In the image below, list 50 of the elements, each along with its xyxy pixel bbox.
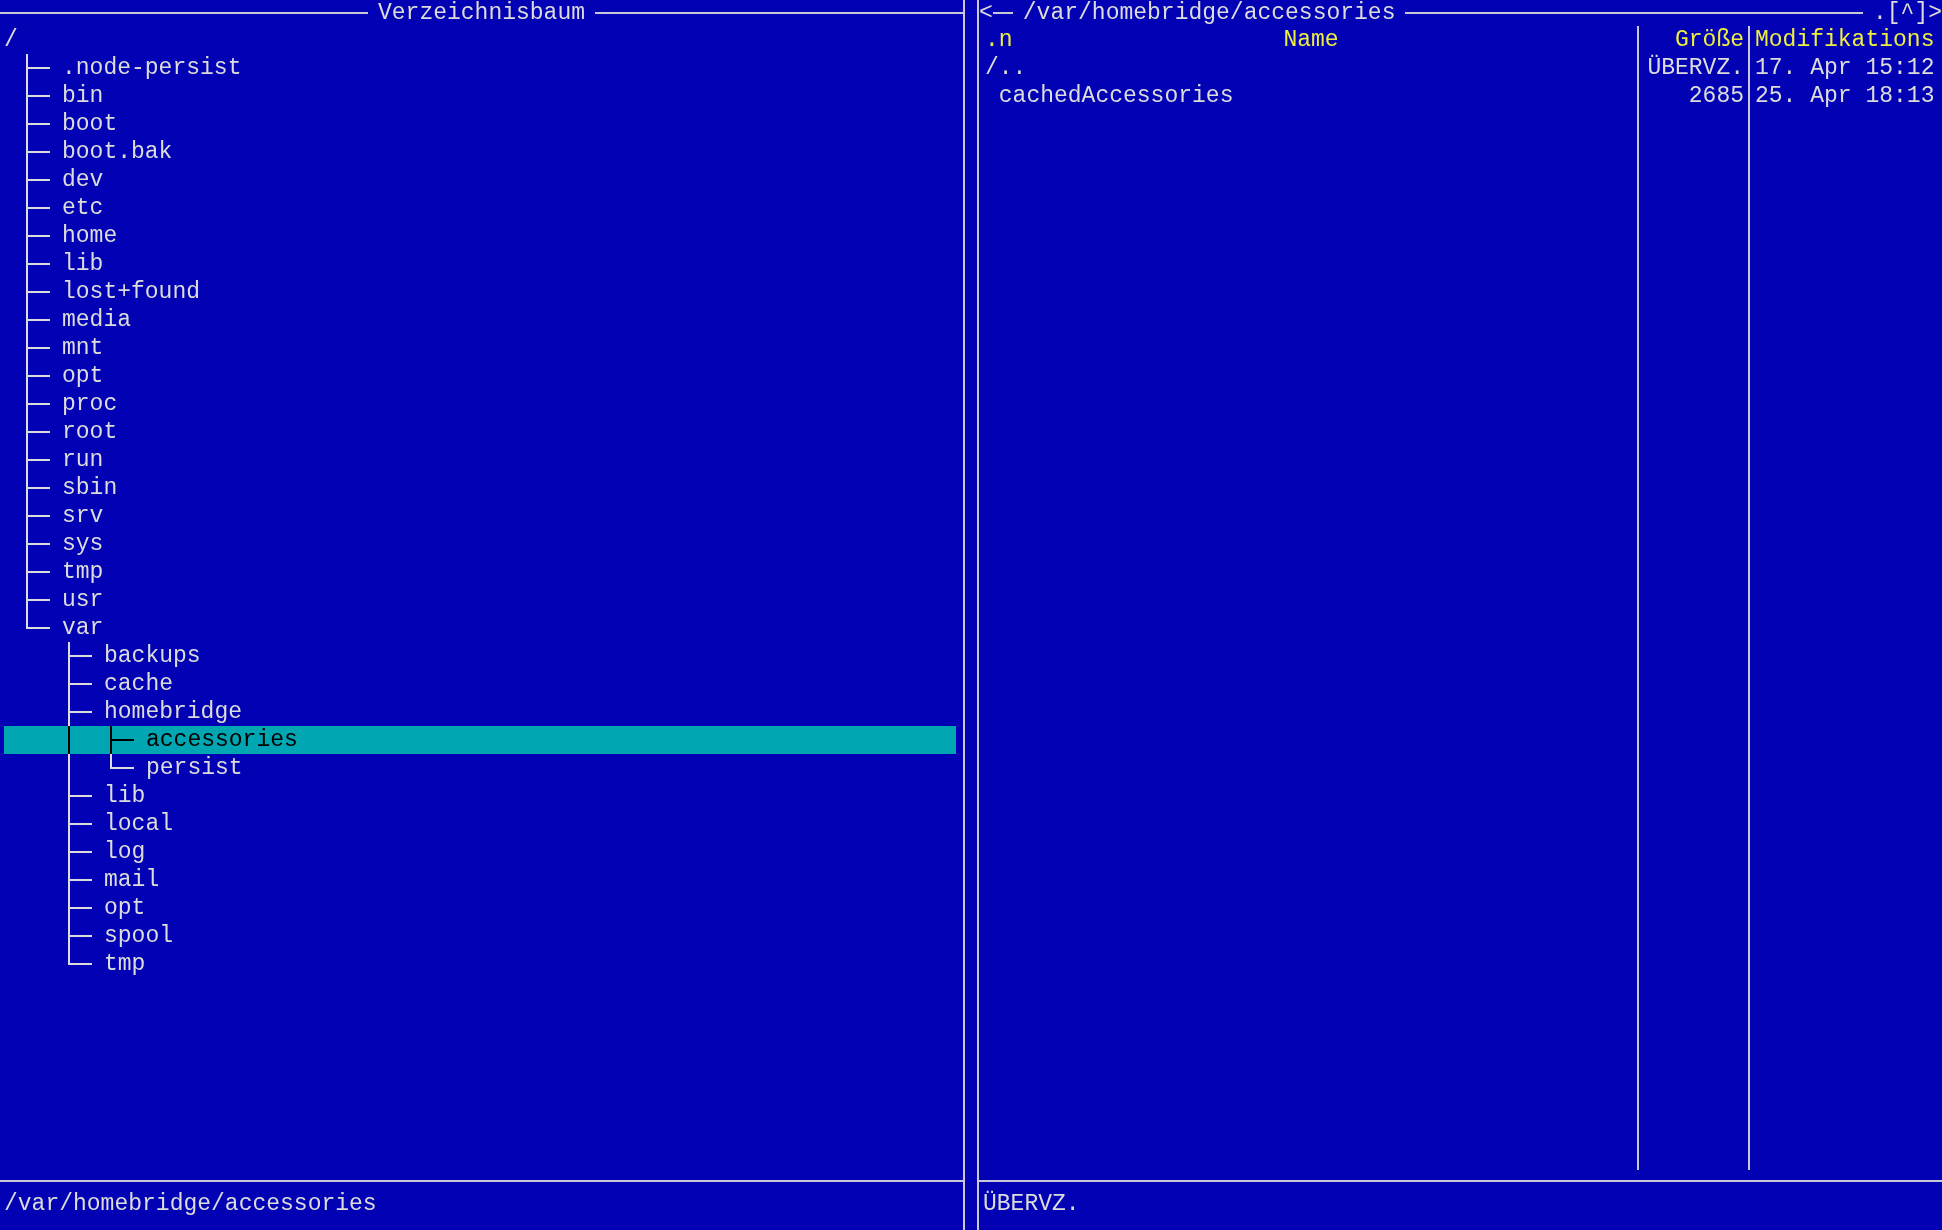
- tree-item[interactable]: cache: [4, 670, 956, 698]
- tree-item[interactable]: log: [4, 838, 956, 866]
- tree-item[interactable]: dev: [4, 166, 956, 194]
- column-header[interactable]: Name: [1283, 27, 1339, 53]
- tree-item[interactable]: opt: [4, 894, 956, 922]
- tree-item[interactable]: home: [4, 222, 956, 250]
- file-modified-date: 25. Apr 18:13: [1755, 83, 1935, 109]
- tree-item[interactable]: lib: [4, 782, 956, 810]
- tree-item[interactable]: /: [4, 26, 956, 54]
- tree-item[interactable]: sys: [4, 530, 956, 558]
- tree-item[interactable]: etc: [4, 194, 956, 222]
- tree-item[interactable]: root: [4, 418, 956, 446]
- column-header[interactable]: Größe: [1675, 27, 1744, 53]
- tree-item[interactable]: .node-persist: [4, 54, 956, 82]
- tree-item[interactable]: proc: [4, 390, 956, 418]
- tree-item[interactable]: lib: [4, 250, 956, 278]
- sort-indicator[interactable]: .n: [985, 26, 1013, 54]
- tree-item[interactable]: bin: [4, 82, 956, 110]
- tree-item[interactable]: media: [4, 306, 956, 334]
- tree-item[interactable]: srv: [4, 502, 956, 530]
- tree-item[interactable]: mail: [4, 866, 956, 894]
- tree-item[interactable]: backups: [4, 642, 956, 670]
- file-name[interactable]: /..: [985, 55, 1027, 81]
- panel-path-title: /var/homebridge/accessories: [1022, 0, 1396, 27]
- tree-item[interactable]: var: [4, 614, 956, 642]
- column-header[interactable]: Modifikations: [1755, 27, 1935, 53]
- tree-item[interactable]: boot.bak: [4, 138, 956, 166]
- file-info: ÜBERVZ.: [983, 1191, 1080, 1217]
- history-back-button[interactable]: <: [979, 0, 993, 27]
- tree-item[interactable]: tmp: [4, 558, 956, 586]
- tree-item[interactable]: tmp: [4, 950, 956, 978]
- tree-item[interactable]: local: [4, 810, 956, 838]
- tree-item[interactable]: run: [4, 446, 956, 474]
- current-path: /var/homebridge/accessories: [4, 1191, 377, 1217]
- file-name[interactable]: cachedAccessories: [985, 83, 1234, 109]
- panel-title: Verzeichnisbaum: [378, 0, 586, 27]
- file-size: 2685: [1688, 83, 1744, 109]
- tree-item[interactable]: spool: [4, 922, 956, 950]
- tree-item[interactable]: sbin: [4, 474, 956, 502]
- tree-item[interactable]: lost+found: [4, 278, 956, 306]
- tree-item[interactable]: boot: [4, 110, 956, 138]
- panel-controls[interactable]: .[^]>: [1873, 0, 1942, 27]
- tree-item[interactable]: usr: [4, 586, 956, 614]
- tree-item[interactable]: opt: [4, 362, 956, 390]
- tree-item[interactable]: persist: [4, 754, 956, 782]
- tree-item[interactable]: mnt: [4, 334, 956, 362]
- file-size: ÜBERVZ.: [1647, 55, 1744, 81]
- file-modified-date: 17. Apr 15:12: [1755, 55, 1935, 81]
- tree-item[interactable]: accessories: [4, 726, 956, 754]
- tree-item[interactable]: homebridge: [4, 698, 956, 726]
